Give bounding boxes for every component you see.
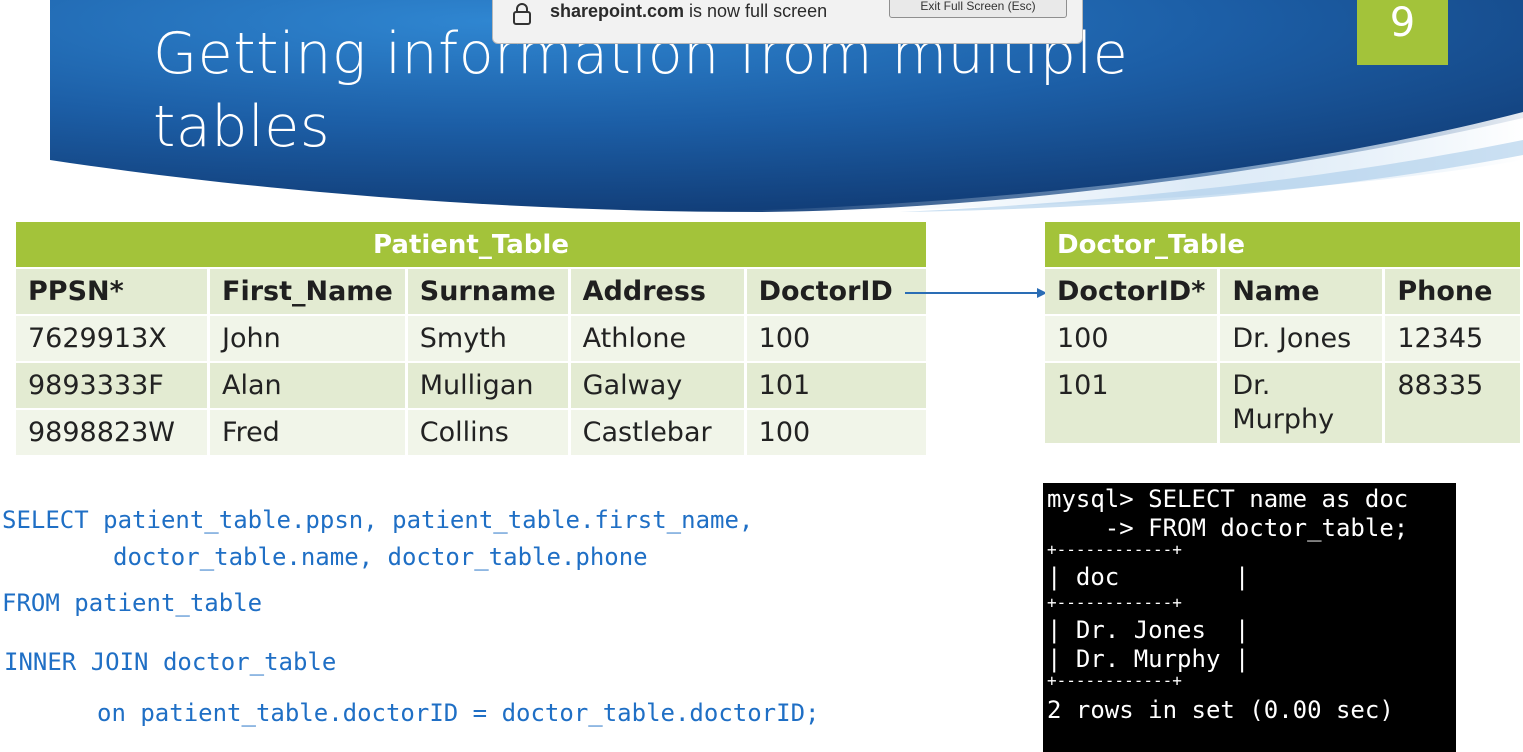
column-header: DoctorID — [746, 269, 929, 316]
table-cell: 100 — [746, 410, 929, 457]
table-cell: 88335 — [1385, 363, 1523, 445]
console-row: | Dr. Jones | — [1047, 616, 1250, 644]
console-header: | doc | — [1047, 563, 1250, 591]
sql-line: FROM patient_table — [2, 589, 263, 617]
patient-table-header-row: PPSN* First_Name Surname Address DoctorI… — [16, 269, 929, 316]
fullscreen-message: sharepoint.com is now full screen — [550, 1, 827, 22]
table-cell: Fred — [210, 410, 408, 457]
column-header: DoctorID* — [1045, 269, 1221, 316]
table-cell: 9893333F — [16, 363, 210, 410]
foreign-key-arrow — [905, 288, 1047, 298]
table-cell: Galway — [570, 363, 747, 410]
console-footer: 2 rows in set (0.00 sec) — [1047, 696, 1394, 724]
column-header: First_Name — [210, 269, 408, 316]
mysql-console: mysql> SELECT name as doc -> FROM doctor… — [1043, 483, 1456, 752]
console-border: +------------+ — [1047, 671, 1182, 690]
console-row: | Dr. Murphy | — [1047, 645, 1250, 673]
table-row: 101 Dr. Murphy 88335 — [1045, 363, 1523, 445]
patient-table: Patient_Table PPSN* First_Name Surname A… — [16, 222, 929, 457]
table-row: 100 Dr. Jones 12345 — [1045, 316, 1523, 363]
table-cell: Dr. Murphy — [1220, 363, 1386, 445]
exit-fullscreen-button[interactable]: Exit Full Screen (Esc) — [889, 0, 1067, 18]
table-cell: John — [210, 316, 408, 363]
column-header: PPSN* — [16, 269, 210, 316]
column-header: Name — [1220, 269, 1386, 316]
table-cell: Castlebar — [570, 410, 747, 457]
console-line: -> FROM doctor_table; — [1047, 514, 1409, 542]
sql-line: on patient_table.doctorID = doctor_table… — [97, 699, 820, 727]
console-border: +------------+ — [1047, 540, 1182, 559]
table-cell: Collins — [407, 410, 571, 457]
fullscreen-notification: sharepoint.com is now full screen Exit F… — [492, 0, 1083, 44]
sql-query: SELECT patient_table.ppsn, patient_table… — [0, 500, 1000, 752]
table-cell: Alan — [210, 363, 408, 410]
lock-icon — [513, 3, 531, 25]
table-cell: Dr. Jones — [1220, 316, 1386, 363]
column-header: Phone — [1385, 269, 1523, 316]
doctor-table: Doctor_Table DoctorID* Name Phone 100 Dr… — [1045, 222, 1523, 445]
slide-number-badge: 9 — [1357, 0, 1448, 65]
console-line: mysql> SELECT name as doc — [1047, 485, 1409, 513]
doctor-table-title: Doctor_Table — [1045, 222, 1523, 269]
table-cell: Mulligan — [407, 363, 571, 410]
table-cell: 9898823W — [16, 410, 210, 457]
table-cell: 101 — [1045, 363, 1221, 445]
doctor-table-title-row: Doctor_Table — [1045, 222, 1523, 269]
table-cell: Smyth — [407, 316, 571, 363]
table-row: 9893333F Alan Mulligan Galway 101 — [16, 363, 929, 410]
patient-table-title: Patient_Table — [16, 222, 929, 269]
patient-table-title-row: Patient_Table — [16, 222, 929, 269]
column-header: Address — [570, 269, 747, 316]
fullscreen-domain: sharepoint.com — [550, 1, 685, 21]
sql-line: INNER JOIN doctor_table — [4, 648, 337, 676]
table-cell: 100 — [746, 316, 929, 363]
table-cell: 101 — [746, 363, 929, 410]
table-cell: Athlone — [570, 316, 747, 363]
table-cell: 7629913X — [16, 316, 210, 363]
column-header: Surname — [407, 269, 571, 316]
table-row: 9898823W Fred Collins Castlebar 100 — [16, 410, 929, 457]
doctor-table-header-row: DoctorID* Name Phone — [1045, 269, 1523, 316]
sql-line: doctor_table.name, doctor_table.phone — [113, 543, 648, 571]
table-cell: 12345 — [1385, 316, 1523, 363]
table-row: 7629913X John Smyth Athlone 100 — [16, 316, 929, 363]
console-border: +------------+ — [1047, 593, 1182, 612]
sql-line: SELECT patient_table.ppsn, patient_table… — [2, 506, 754, 534]
table-cell: 100 — [1045, 316, 1221, 363]
fullscreen-message-text: is now full screen — [684, 1, 828, 21]
